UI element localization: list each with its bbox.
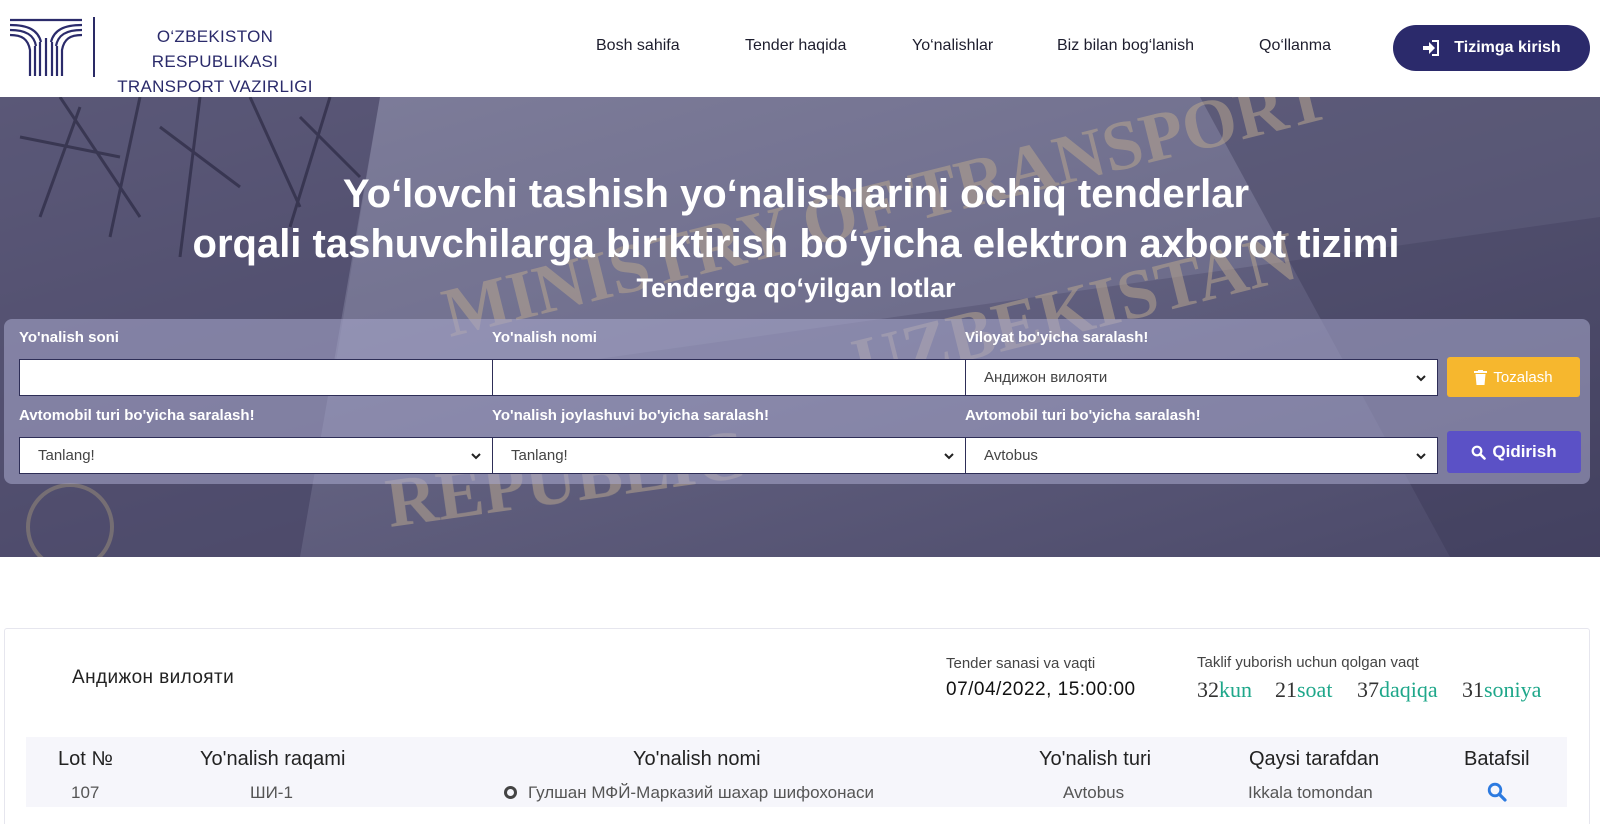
nav-manual[interactable]: Qo‘llanma xyxy=(1259,37,1331,55)
vehicle-type-select[interactable]: Tanlang! xyxy=(19,437,493,474)
nav-about-tender[interactable]: Tender haqida xyxy=(745,37,846,55)
nav-home[interactable]: Bosh sahifa xyxy=(596,37,680,55)
ministry-logo[interactable] xyxy=(8,16,84,78)
countdown-minutes-unit: daqiqa xyxy=(1379,677,1438,702)
ministry-name: O‘ZBEKISTON RESPUBLIKASI TRANSPORT VAZIR… xyxy=(104,24,326,99)
vehicle-type2-select-value: Avtobus xyxy=(984,447,1038,464)
region-select[interactable]: Андижон вилояти xyxy=(965,359,1438,396)
route-name-label: Yo'nalish nomi xyxy=(492,329,597,346)
countdown-label: Taklif yuborish uchun qolgan vaqt xyxy=(1197,654,1419,671)
route-location-label: Yo'nalish joylashuvi bo'yicha saralash! xyxy=(492,407,769,424)
tender-datetime-label: Tender sanasi va vaqti xyxy=(946,655,1096,672)
countdown-seconds-value: 31 xyxy=(1462,677,1484,702)
site-header: O‘ZBEKISTON RESPUBLIKASI TRANSPORT VAZIR… xyxy=(0,0,1600,97)
col-header-direction: Qaysi tarafdan xyxy=(1249,748,1380,770)
col-header-lot-no: Lot № xyxy=(58,748,113,770)
chevron-down-icon xyxy=(944,453,954,460)
vehicle-type-select-value: Tanlang! xyxy=(38,447,95,464)
cell-direction: Ikkala tomondan xyxy=(1248,783,1373,802)
region-select-value: Андижон вилояти xyxy=(984,369,1108,386)
route-name-input[interactable] xyxy=(492,359,966,396)
vehicle-type-label: Avtomobil turi bo'yicha saralash! xyxy=(19,407,255,424)
hero-title: Yo‘lovchi tashish yo‘nalishlarini ochiq … xyxy=(0,169,1592,269)
tender-datetime: 07/04/2022, 15:00:00 xyxy=(946,679,1136,700)
nav-contact[interactable]: Biz bilan bog‘lanish xyxy=(1057,37,1194,55)
search-button[interactable]: Qidirish xyxy=(1447,431,1581,473)
login-button[interactable]: Tizimga kirish xyxy=(1393,25,1590,71)
countdown-hours-value: 21 xyxy=(1275,677,1297,702)
countdown-days-value: 32 xyxy=(1197,677,1219,702)
hero-subtitle: Tenderga qo‘yilgan lotlar xyxy=(636,273,956,303)
clear-button[interactable]: Tozalash xyxy=(1447,357,1580,397)
cell-route-type: Avtobus xyxy=(1063,783,1125,802)
vehicle-type2-label: Avtomobil turi bo'yicha saralash! xyxy=(965,407,1201,424)
col-header-route-name: Yo'nalish nomi xyxy=(633,748,761,770)
countdown-days: 32kun xyxy=(1197,677,1252,703)
route-marker-icon xyxy=(504,786,517,799)
route-number-label: Yo'nalish soni xyxy=(19,329,119,346)
countdown-minutes-value: 37 xyxy=(1357,677,1379,702)
trash-icon xyxy=(1474,369,1488,385)
route-location-select[interactable]: Tanlang! xyxy=(492,437,966,474)
nav-routes[interactable]: Yo‘nalishlar xyxy=(912,37,993,55)
search-icon xyxy=(1471,445,1487,460)
hero-title-line2: orqali tashuvchilarga biriktirish bo‘yic… xyxy=(192,222,1400,266)
countdown-seconds-unit: soniya xyxy=(1484,677,1542,702)
login-button-label: Tizimga kirish xyxy=(1454,39,1561,56)
cell-route-name: Гулшан МФЙ-Марказий шахар шифохонаси xyxy=(528,783,874,802)
countdown-hours-unit: soat xyxy=(1297,677,1333,702)
countdown-hours: 21soat xyxy=(1275,677,1332,703)
chevron-down-icon xyxy=(1416,453,1426,460)
route-number-input[interactable] xyxy=(19,359,493,396)
col-header-route-number: Yo'nalish raqami xyxy=(200,748,346,770)
ministry-name-line1: O‘ZBEKISTON RESPUBLIKASI xyxy=(151,27,279,71)
route-location-select-value: Tanlang! xyxy=(511,447,568,464)
col-header-route-type: Yo'nalish turi xyxy=(1039,748,1152,770)
countdown-days-unit: kun xyxy=(1219,677,1252,702)
hero-title-line1: Yo‘lovchi tashish yo‘nalishlarini ochiq … xyxy=(342,172,1250,216)
logo-divider xyxy=(93,17,95,77)
chevron-down-icon xyxy=(1416,375,1426,382)
col-header-details: Batafsil xyxy=(1464,748,1530,770)
region-filter-label: Viloyat bo'yicha saralash! xyxy=(965,329,1149,346)
cell-route-number: ШИ-1 xyxy=(250,783,293,802)
sign-in-icon xyxy=(1423,40,1440,56)
search-button-label: Qidirish xyxy=(1492,442,1557,461)
chevron-down-icon xyxy=(471,453,481,460)
vehicle-type2-select[interactable]: Avtobus xyxy=(965,437,1438,474)
countdown-seconds: 31soniya xyxy=(1462,677,1541,703)
clear-button-label: Tozalash xyxy=(1493,368,1553,386)
ministry-name-line2: TRANSPORT VAZIRLIGI xyxy=(117,77,313,96)
lot-region: Андижон вилояти xyxy=(72,667,235,688)
search-icon[interactable] xyxy=(1487,782,1507,802)
countdown-minutes: 37daqiqa xyxy=(1357,677,1438,703)
cell-lot-no: 107 xyxy=(71,783,100,802)
